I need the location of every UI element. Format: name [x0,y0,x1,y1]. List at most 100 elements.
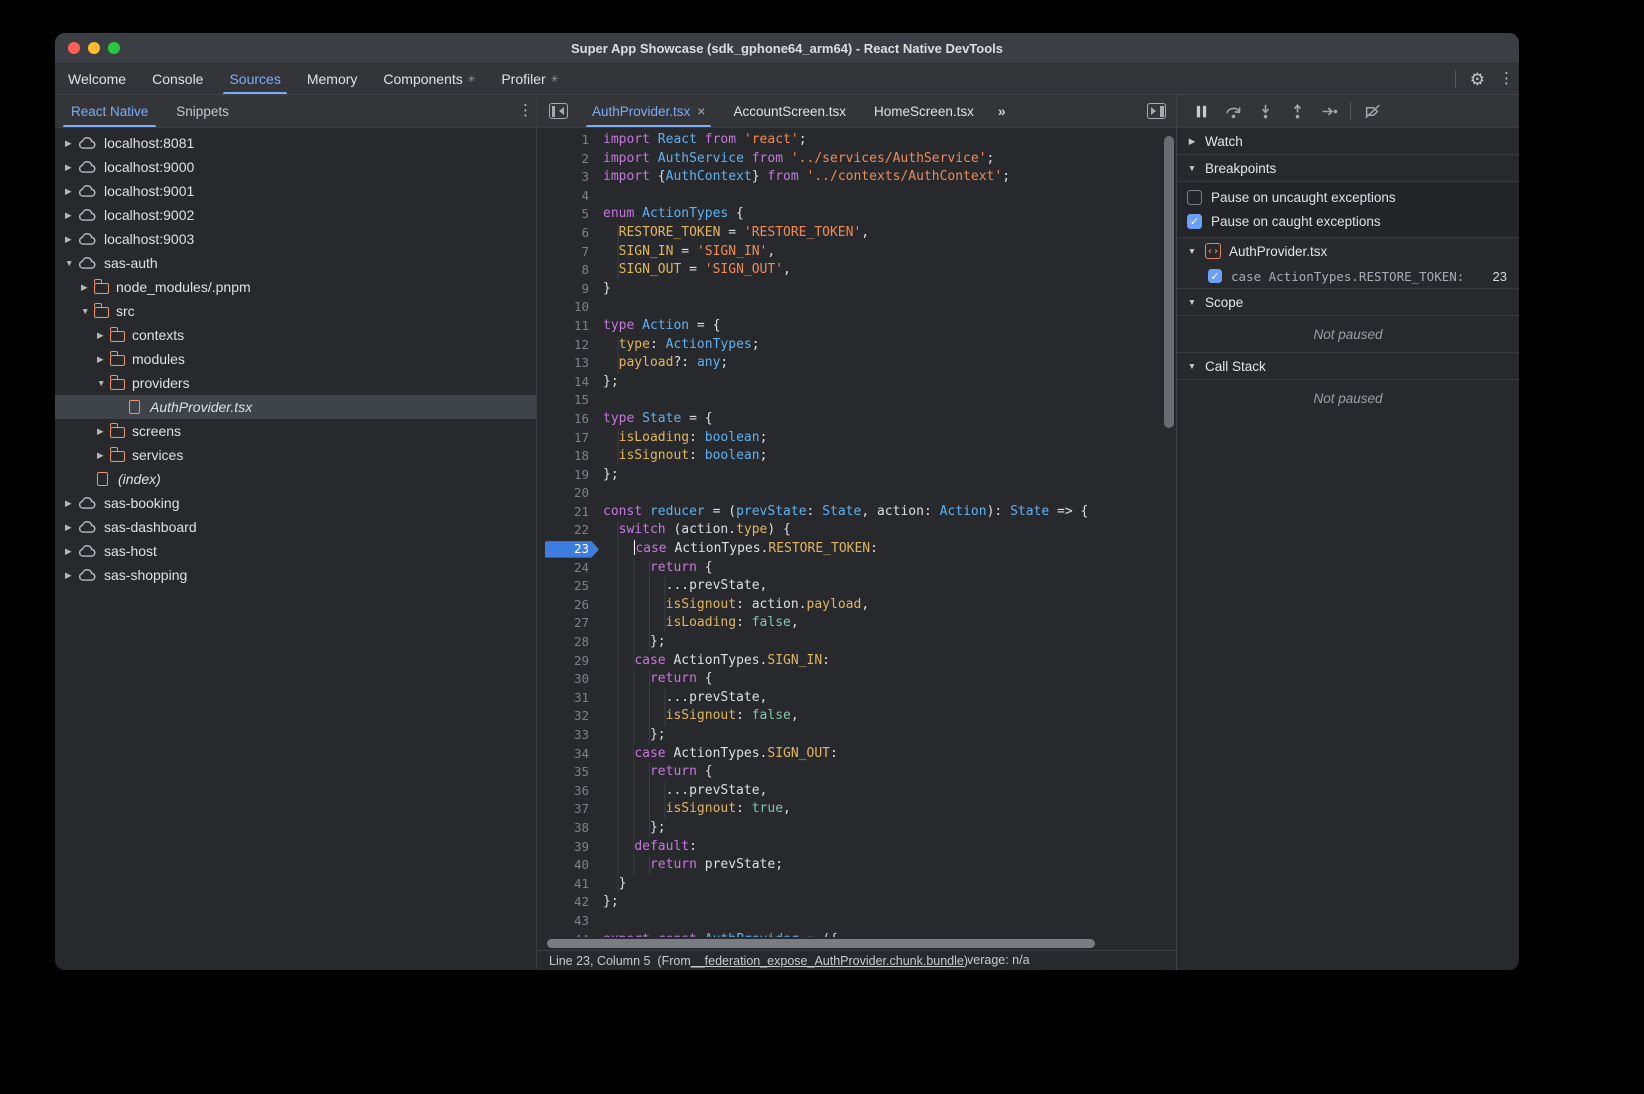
toggle-navigator-icon[interactable] [549,103,568,119]
line-number[interactable]: 28 [537,633,603,652]
tree-item-sas-shopping[interactable]: ▶sas-shopping [55,563,536,587]
line-number[interactable]: 42 [537,893,603,912]
line-number[interactable]: 19 [537,466,603,485]
tree-item-screens[interactable]: ▶screens [55,419,536,443]
line-number[interactable]: 41 [537,875,603,894]
line-number[interactable]: 40 [537,856,603,875]
tree-item-contexts[interactable]: ▶contexts [55,323,536,347]
tree-item-providers[interactable]: ▼providers [55,371,536,395]
chevron-right-icon[interactable]: ▶ [65,234,78,245]
close-tab-icon[interactable]: × [697,103,705,119]
breakpoints-section-header[interactable]: ▼ Breakpoints [1177,155,1519,182]
step-icon[interactable] [1318,100,1340,122]
tree-item-services[interactable]: ▶services [55,443,536,467]
breakpoint-entry[interactable]: ✓case ActionTypes.RESTORE_TOKEN:23 [1177,264,1519,289]
kebab-menu-icon[interactable]: ⋮ [1499,71,1505,87]
tab-memory[interactable]: Memory [294,64,371,94]
chevron-right-icon[interactable]: ▶ [65,522,78,533]
horizontal-scrollbar-thumb[interactable] [547,939,1095,948]
watch-section-header[interactable]: ▶ Watch [1177,128,1519,155]
line-number[interactable]: 10 [537,298,603,317]
tab-profiler[interactable]: Profiler✳ [488,64,571,94]
editor-tab-authprovider-tsx[interactable]: AuthProvider.tsx× [578,95,719,127]
chevron-right-icon[interactable]: ▶ [65,498,78,509]
line-number[interactable]: 18 [537,447,603,466]
step-over-icon[interactable] [1222,100,1244,122]
line-number[interactable]: 20 [537,484,603,503]
deactivate-breakpoints-icon[interactable] [1361,100,1383,122]
tree-item-index[interactable]: (index) [55,467,536,491]
chevron-down-icon[interactable]: ▼ [97,378,110,388]
line-number[interactable]: 43 [537,912,603,931]
line-number[interactable]: 35 [537,763,603,782]
chevron-right-icon[interactable]: ▶ [65,210,78,221]
checkbox-checked[interactable]: ✓ [1187,214,1202,229]
chevron-right-icon[interactable]: ▶ [65,546,78,557]
line-number[interactable]: 26 [537,596,603,615]
line-number[interactable]: 37 [537,800,603,819]
chevron-right-icon[interactable]: ▶ [97,354,110,365]
chevron-right-icon[interactable]: ▶ [65,570,78,581]
call-stack-section-header[interactable]: ▼ Call Stack [1177,353,1519,380]
tab-sources[interactable]: Sources [216,64,293,94]
chevron-right-icon[interactable]: ▶ [65,138,78,149]
tree-item-sas-booking[interactable]: ▶sas-booking [55,491,536,515]
option-pause-on-caught-exceptions[interactable]: ✓Pause on caught exceptions [1177,209,1519,233]
more-tabs-chevron-icon[interactable]: » [988,103,1015,119]
checkbox-unchecked[interactable] [1187,190,1202,205]
tree-item-sas-host[interactable]: ▶sas-host [55,539,536,563]
line-number[interactable]: 29 [537,652,603,671]
line-number[interactable]: 12 [537,336,603,355]
toggle-debugger-icon[interactable] [1147,103,1166,119]
line-number[interactable]: 33 [537,726,603,745]
breakpoint-file-group[interactable]: ▼ ‹› AuthProvider.tsx [1177,238,1519,264]
code-editor[interactable]: 1import React from 'react';2import AuthS… [537,128,1162,937]
line-number[interactable]: 39 [537,838,603,857]
line-number[interactable]: 32 [537,707,603,726]
tree-item-localhost-9002[interactable]: ▶localhost:9002 [55,203,536,227]
editor-tab-homescreen-tsx[interactable]: HomeScreen.tsx [860,95,988,127]
chevron-right-icon[interactable]: ▶ [97,330,110,341]
line-number[interactable]: 4 [537,187,603,206]
chevron-right-icon[interactable]: ▶ [97,426,110,437]
chevron-down-icon[interactable]: ▼ [81,306,94,316]
chevron-right-icon[interactable]: ▶ [81,282,94,293]
line-number[interactable]: 31 [537,689,603,708]
line-number[interactable]: 2 [537,150,603,169]
line-number[interactable]: 11 [537,317,603,336]
navigator-tab-react-native[interactable]: React Native [59,95,160,127]
option-pause-on-uncaught-exceptions[interactable]: Pause on uncaught exceptions [1177,185,1519,209]
navigator-kebab-menu-icon[interactable]: ⋮ [518,103,524,119]
line-number[interactable]: 6 [537,224,603,243]
chevron-right-icon[interactable]: ▶ [65,162,78,173]
line-number[interactable]: 1 [537,131,603,150]
chevron-right-icon[interactable]: ▶ [97,450,110,461]
tree-item-node-modules-pnpm[interactable]: ▶node_modules/.pnpm [55,275,536,299]
tab-welcome[interactable]: Welcome [55,64,139,94]
breakpoint-line-number[interactable]: 23 [537,540,603,559]
bundle-link[interactable]: __federation_expose_AuthProvider.chunk.b… [691,954,964,968]
tree-item-sas-dashboard[interactable]: ▶sas-dashboard [55,515,536,539]
line-number[interactable]: 14 [537,373,603,392]
tree-item-localhost-8081[interactable]: ▶localhost:8081 [55,131,536,155]
vertical-scrollbar-thumb[interactable] [1164,136,1174,428]
chevron-down-icon[interactable]: ▼ [65,258,78,268]
chevron-right-icon[interactable]: ▶ [65,186,78,197]
line-number[interactable]: 24 [537,559,603,578]
line-number[interactable]: 30 [537,670,603,689]
navigator-tab-snippets[interactable]: Snippets [164,95,241,127]
line-number[interactable]: 15 [537,391,603,410]
pause-icon[interactable] [1190,100,1212,122]
line-number[interactable]: 21 [537,503,603,522]
tree-item-localhost-9000[interactable]: ▶localhost:9000 [55,155,536,179]
line-number[interactable]: 27 [537,614,603,633]
line-number[interactable]: 8 [537,261,603,280]
tree-item-localhost-9001[interactable]: ▶localhost:9001 [55,179,536,203]
line-number[interactable]: 25 [537,577,603,596]
tree-item-localhost-9003[interactable]: ▶localhost:9003 [55,227,536,251]
step-into-icon[interactable] [1254,100,1276,122]
scope-section-header[interactable]: ▼ Scope [1177,289,1519,316]
tree-item-sas-auth[interactable]: ▼sas-auth [55,251,536,275]
line-number[interactable]: 7 [537,243,603,262]
line-number[interactable]: 13 [537,354,603,373]
